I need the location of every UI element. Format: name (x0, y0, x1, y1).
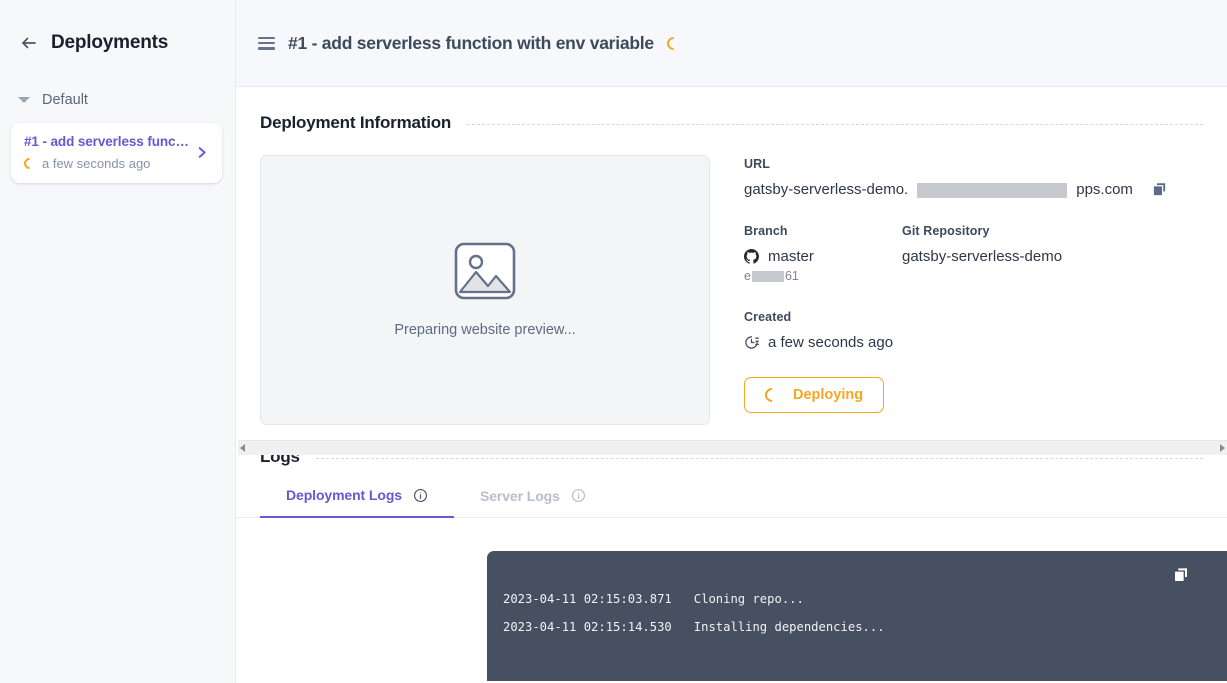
tab-server-logs-label: Server Logs (479, 487, 560, 504)
clock-history-icon (745, 336, 759, 349)
tab-deployment-logs-label: Deployment Logs (286, 487, 402, 503)
url-prefix: gatsby-serverless-demo. (744, 181, 909, 198)
info-icon[interactable] (413, 488, 428, 503)
sidebar-item-timestamp: a few seconds ago (42, 156, 151, 171)
log-line: 2023-04-11 02:15:03.871 Cloning repo... (503, 592, 804, 606)
branch-block: Branch master e 61 (744, 224, 902, 283)
deployment-information-header: Deployment Information (236, 113, 1227, 133)
url-value-row: gatsby-serverless-demo. pps.com (744, 181, 1203, 198)
tab-server-logs[interactable]: Server Logs (454, 487, 612, 517)
preview-status-text: Preparing website preview... (394, 322, 576, 338)
page-title: Deployments (51, 32, 169, 53)
sidebar-group-default[interactable]: Default (0, 90, 235, 110)
chevron-right-icon[interactable] (194, 145, 209, 160)
sidebar: Deployments Default #1 - add serverless … (0, 0, 236, 683)
branch-value-row: master (744, 248, 902, 265)
url-block: URL gatsby-serverless-demo. pps.com (744, 157, 1203, 198)
created-value-row: a few seconds ago (744, 334, 1203, 351)
app-root: Deployments Default #1 - add serverless … (0, 0, 1227, 683)
log-line: 2023-04-11 02:15:14.530 Installing depen… (503, 620, 885, 634)
copy-icon[interactable] (1173, 567, 1189, 583)
scroll-left-arrow-icon[interactable] (240, 444, 245, 452)
deployment-meta: URL gatsby-serverless-demo. pps.com Branc… (744, 155, 1203, 425)
main-content: #1 - add serverless function with env va… (236, 0, 1227, 683)
spinner-icon (21, 155, 38, 172)
logs-divider (315, 458, 1203, 459)
github-icon (744, 249, 759, 264)
logs-tabs: Deployment Logs Server Logs (236, 487, 1227, 518)
scroll-right-arrow-icon[interactable] (1220, 444, 1225, 452)
commit-prefix: e (744, 269, 751, 283)
git-repository-value: gatsby-serverless-demo (902, 248, 1063, 265)
created-label: Created (744, 310, 792, 324)
info-icon[interactable] (571, 488, 586, 503)
back-arrow-icon[interactable] (20, 34, 38, 52)
section-divider (467, 124, 1203, 125)
deploying-status-button[interactable]: Deploying (744, 377, 885, 413)
deployment-title: #1 - add serverless function with env va… (288, 32, 654, 53)
deployment-information-body: Preparing website preview... URL gatsby-… (236, 155, 1227, 425)
spinner-icon (762, 385, 782, 405)
url-redacted-block (917, 183, 1068, 198)
logs-console: 2023-04-11 02:15:03.871 Cloning repo... … (487, 551, 1227, 681)
sidebar-item-deployment-1[interactable]: #1 - add serverless funct... a few secon… (11, 123, 222, 183)
commit-redacted-block (751, 271, 784, 282)
sidebar-item-status: a few seconds ago (21, 155, 190, 172)
sidebar-header: Deployments (0, 28, 235, 58)
commit-hash: e 61 (744, 269, 902, 283)
branch-repo-row: Branch master e 61 Git Repository gatsby… (744, 224, 1203, 283)
sidebar-item-label: #1 - add serverless funct... (24, 134, 190, 149)
url-label: URL (744, 157, 770, 171)
commit-suffix: 61 (784, 269, 799, 283)
created-value: a few seconds ago (768, 334, 894, 351)
deploying-label: Deploying (793, 387, 864, 403)
sidebar-group-label: Default (42, 92, 88, 108)
horizontal-scrollbar[interactable] (238, 440, 1227, 455)
created-block: Created a few seconds ago (744, 310, 1203, 351)
url-suffix: pps.com (1076, 181, 1133, 198)
branch-value: master (768, 248, 814, 265)
git-repository-label: Git Repository (902, 224, 990, 238)
section-title: Deployment Information (260, 113, 452, 132)
topbar: #1 - add serverless function with env va… (236, 0, 1227, 87)
sidebar-item-content: #1 - add serverless funct... a few secon… (21, 134, 190, 172)
copy-icon[interactable] (1152, 182, 1167, 197)
caret-down-icon[interactable] (18, 97, 30, 103)
image-placeholder-icon (454, 242, 516, 300)
spinner-icon (664, 33, 683, 53)
branch-label: Branch (744, 224, 788, 238)
tab-deployment-logs[interactable]: Deployment Logs (260, 487, 454, 518)
website-preview-placeholder: Preparing website preview... (260, 155, 710, 425)
hamburger-menu-icon[interactable] (258, 36, 275, 50)
git-repository-block: Git Repository gatsby-serverless-demo (902, 224, 1203, 283)
